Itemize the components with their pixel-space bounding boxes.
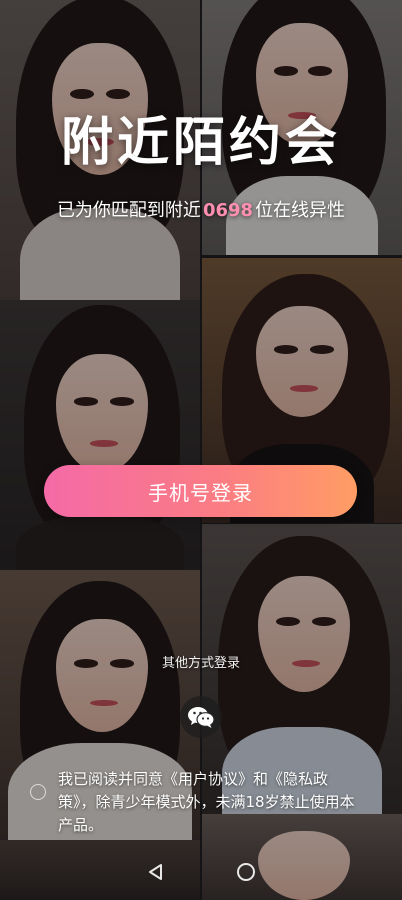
nav-back-button[interactable] — [144, 860, 168, 884]
app-title: 附近陌约会 — [60, 113, 341, 173]
wechat-icon — [188, 707, 215, 728]
wechat-login-button[interactable] — [180, 696, 222, 738]
nav-back-icon — [149, 864, 162, 880]
system-nav-bar — [0, 844, 402, 900]
subtitle-suffix: 位在线异性 — [255, 200, 346, 221]
online-count: 0698 — [202, 200, 254, 221]
nav-home-button[interactable] — [234, 860, 258, 884]
agreement-connector: 和 — [253, 770, 269, 788]
phone-login-label: 手机号登录 — [148, 480, 253, 505]
agreement-checkbox[interactable] — [30, 784, 46, 800]
agreement-row: 我已阅读并同意《用户协议》和《隐私政策》，除青少年模式外，未满18岁禁止使用本产… — [30, 768, 360, 837]
other-login-methods-label: 其他方式登录 — [161, 656, 240, 671]
match-subtitle: 已为你匹配到附近 0698 位在线异性 — [0, 196, 402, 222]
nav-home-icon — [237, 863, 255, 881]
subtitle-prefix: 已为你匹配到附近 — [56, 200, 201, 221]
user-agreement-link[interactable]: 《用户协议》 — [163, 770, 253, 788]
agreement-text: 我已阅读并同意《用户协议》和《隐私政策》，除青少年模式外，未满18岁禁止使用本产… — [58, 768, 360, 837]
phone-login-button[interactable]: 手机号登录 — [44, 465, 357, 517]
agreement-prefix: 我已阅读并同意 — [58, 770, 164, 788]
agreement-suffix: ，除青少年模式外，未满18岁禁止使用本产品。 — [58, 793, 355, 834]
